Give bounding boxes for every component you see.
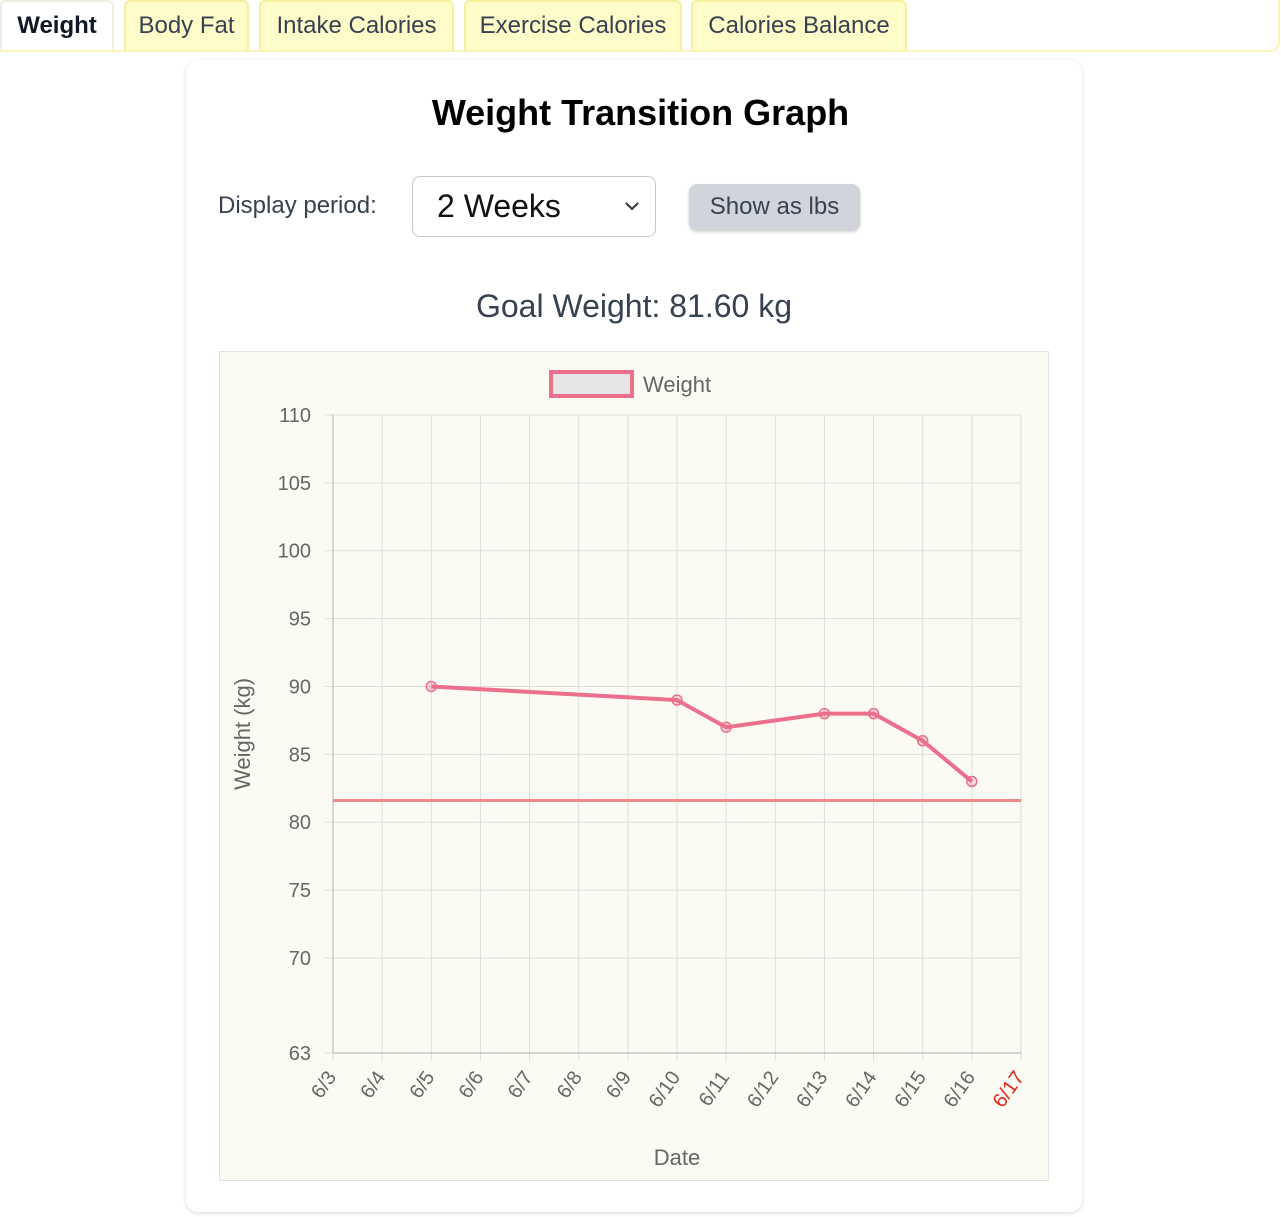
display-period-select[interactable]: 2 Weeks xyxy=(412,176,656,237)
tab-exercise-calories[interactable]: Exercise Calories xyxy=(464,0,682,50)
y-tick-label: 100 xyxy=(278,541,311,563)
tab-intake-calories[interactable]: Intake Calories xyxy=(259,0,454,50)
x-tick-label: 6/5 xyxy=(405,1067,439,1102)
tab-calories-balance[interactable]: Calories Balance xyxy=(691,0,907,50)
weight-data-point xyxy=(671,694,683,706)
y-tick-label: 110 xyxy=(279,405,311,427)
weight-data-point xyxy=(966,775,978,788)
y-tick-label: 80 xyxy=(289,812,311,834)
x-tick-label: 6/3 xyxy=(307,1067,341,1102)
y-tick-label: 95 xyxy=(289,609,311,631)
y-tick-label: 75 xyxy=(289,880,311,902)
y-axis-title: Weight (kg) xyxy=(230,678,255,790)
x-tick-label: 6/13 xyxy=(792,1067,832,1112)
x-tick-label: 6/14 xyxy=(841,1067,881,1112)
weight-chart: 63 70 75 80 85 90 95 100 105 110 6/3 6/4 6/5 6/6 6/7 6/… xyxy=(219,351,1049,1181)
weight-data-point xyxy=(818,707,831,720)
weight-data-point xyxy=(916,735,929,747)
legend-label: Weight xyxy=(643,372,711,397)
display-period-label: Display period: xyxy=(218,192,377,219)
x-tick-label: 6/8 xyxy=(553,1067,587,1102)
tab-bar: Weight Body Fat Intake Calories Exercise… xyxy=(0,0,1280,52)
weight-data-point xyxy=(720,721,732,733)
x-tick-label: 6/17 xyxy=(989,1067,1029,1112)
x-tick-label: 6/10 xyxy=(645,1067,685,1112)
display-period-value: 2 Weeks xyxy=(437,188,561,224)
x-tick-label: 6/6 xyxy=(455,1067,489,1102)
x-tick-label: 6/7 xyxy=(504,1067,538,1102)
x-tick-label: 6/12 xyxy=(743,1067,783,1112)
y-tick-label: 85 xyxy=(289,744,311,766)
y-tick-label: 63 xyxy=(289,1043,311,1065)
y-tick-label: 70 xyxy=(289,948,311,970)
x-tick-label: 6/16 xyxy=(940,1067,980,1112)
x-tick-label: 6/4 xyxy=(356,1067,390,1102)
tab-weight[interactable]: Weight xyxy=(0,0,114,50)
x-tick-label: 6/15 xyxy=(890,1067,930,1112)
weight-data-point xyxy=(425,680,438,693)
page-title: Weight Transition Graph xyxy=(431,92,850,133)
x-tick-label: 6/11 xyxy=(695,1067,735,1110)
goal-weight-text: Goal Weight: 81.60 kg xyxy=(475,288,793,324)
chevron-down-icon xyxy=(625,202,639,211)
x-tick-label: 6/9 xyxy=(602,1067,636,1102)
y-tick-label: 105 xyxy=(278,473,311,495)
y-tick-label: 90 xyxy=(289,676,311,698)
legend-swatch xyxy=(549,370,634,398)
weight-series-line xyxy=(431,684,974,784)
show-as-lbs-button[interactable]: Show as lbs xyxy=(689,184,860,230)
weight-data-point xyxy=(867,707,880,720)
weight-chart-svg: 63 70 75 80 85 90 95 100 105 110 6/3 6/4 6/5 6/6 6/7 6/… xyxy=(230,370,1029,1170)
tab-body-fat[interactable]: Body Fat xyxy=(124,0,249,50)
x-axis-title: Date xyxy=(654,1145,700,1170)
